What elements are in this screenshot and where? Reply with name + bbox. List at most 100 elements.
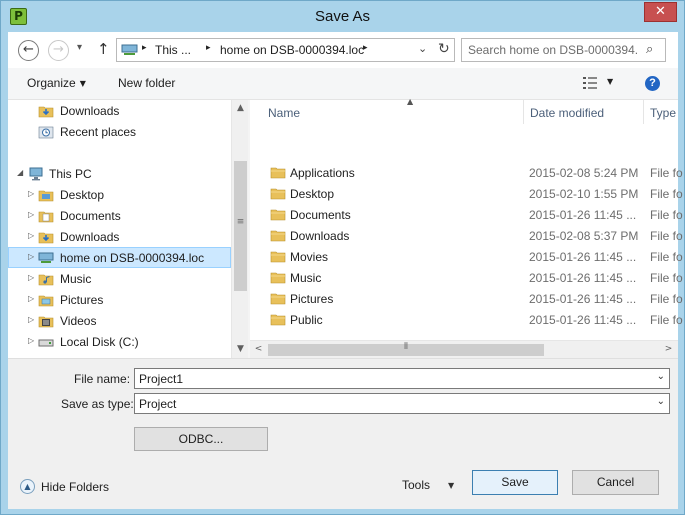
list-item[interactable]: Pictures 2015-01-26 11:45 ... File fo: [250, 288, 683, 309]
recent-locations-dropdown[interactable]: ▾: [77, 42, 82, 53]
list-item[interactable]: Desktop 2015-02-10 1:55 PM File fo: [250, 183, 683, 204]
list-item[interactable]: Documents 2015-01-26 11:45 ... File fo: [250, 204, 683, 225]
column-header-type[interactable]: Type: [644, 100, 678, 124]
nav-item-recent-places[interactable]: Recent places: [8, 122, 231, 143]
nav-item-label: Downloads: [60, 104, 120, 118]
save-button[interactable]: Save: [472, 470, 558, 495]
expand-arrow-icon[interactable]: ▷: [28, 273, 34, 282]
expand-arrow-icon[interactable]: ▷: [28, 294, 34, 303]
dialog-body: ← → ▾ ↑ ▸ This ... ▸ home on DSB-0000394…: [8, 32, 683, 509]
expand-arrow-icon[interactable]: ▷: [28, 252, 34, 261]
nav-item-videos[interactable]: ▷ Videos: [8, 311, 231, 332]
nav-item-label: home on DSB-0000394.loc: [60, 251, 205, 265]
nav-item-local-disk[interactable]: ▷ Local Disk (C:): [8, 332, 231, 353]
sort-ascending-icon: ▲: [407, 97, 414, 106]
nav-item-music[interactable]: ▷ Music: [8, 269, 231, 290]
nav-item-label: This PC: [49, 167, 92, 181]
expand-arrow-icon[interactable]: ▷: [28, 315, 34, 324]
folder-icon: [38, 211, 54, 223]
column-header-date-modified[interactable]: Date modified: [524, 100, 644, 124]
expand-arrow-icon[interactable]: ▷: [28, 231, 34, 240]
file-name: Applications: [290, 166, 355, 180]
collapse-arrow-icon[interactable]: ◢: [17, 168, 23, 177]
folder-icon: [270, 230, 286, 242]
list-item[interactable]: Downloads 2015-02-08 5:37 PM File fo: [250, 225, 683, 246]
nav-item-label: Videos: [60, 314, 97, 328]
organize-label: Organize: [27, 76, 76, 90]
list-item[interactable]: Music 2015-01-26 11:45 ... File fo: [250, 267, 683, 288]
downloads-icon: [38, 232, 54, 244]
organize-button[interactable]: Organize ▼: [27, 76, 86, 90]
file-date-modified: 2015-02-10 1:55 PM: [529, 187, 639, 201]
address-bar[interactable]: ▸ This ... ▸ home on DSB-0000394.loc ▸ ⌄…: [116, 38, 455, 62]
nav-item-pictures[interactable]: ▷ Pictures: [8, 290, 231, 311]
scroll-thumb[interactable]: ⦀: [268, 342, 544, 356]
back-button[interactable]: ←: [18, 40, 39, 61]
nav-item-documents[interactable]: ▷ Documents: [8, 206, 231, 227]
list-item[interactable]: Movies 2015-01-26 11:45 ... File fo: [250, 246, 683, 267]
forward-button[interactable]: →: [48, 40, 69, 61]
save-as-dialog: P Save As ✕ ← → ▾ ↑ ▸ This ... ▸ home on…: [0, 0, 685, 515]
save-as-type-select[interactable]: Project ⌄: [134, 393, 670, 414]
file-name-field[interactable]: Project1 ⌄: [134, 368, 670, 389]
expand-arrow-icon[interactable]: ▷: [28, 189, 34, 198]
scroll-right-icon[interactable]: >: [660, 341, 677, 358]
breadcrumb-separator[interactable]: ▸: [363, 43, 368, 53]
list-item[interactable]: Applications 2015-02-08 5:24 PM File fo: [250, 162, 683, 183]
search-input[interactable]: [468, 42, 638, 58]
search-box[interactable]: ⌕: [461, 38, 666, 62]
scroll-down-icon[interactable]: ▼: [232, 341, 249, 358]
up-button[interactable]: ↑: [97, 40, 110, 58]
nav-item-desktop[interactable]: ▷ Desktop: [8, 185, 231, 206]
close-button[interactable]: ✕: [644, 2, 677, 22]
file-date-modified: 2015-02-08 5:37 PM: [529, 229, 639, 243]
new-folder-button[interactable]: New folder: [118, 76, 175, 90]
scroll-thumb[interactable]: ≡: [234, 161, 247, 291]
refresh-icon[interactable]: ↻: [438, 41, 450, 57]
save-as-type-label: Save as type:: [61, 397, 134, 411]
view-options-dropdown[interactable]: ▼: [607, 77, 613, 86]
column-header-label: Type: [650, 106, 677, 120]
title-bar[interactable]: P Save As ✕: [1, 1, 684, 32]
cancel-button[interactable]: Cancel: [572, 470, 659, 495]
nav-item-label: Local Disk (C:): [60, 335, 139, 349]
file-date-modified: 2015-01-26 11:45 ...: [529, 271, 637, 285]
folder-icon: [270, 188, 286, 200]
help-icon[interactable]: ?: [645, 76, 660, 91]
file-list-horizontal-scrollbar[interactable]: < ⦀ >: [250, 340, 678, 358]
change-view-icon[interactable]: [582, 76, 598, 90]
breadcrumb-home[interactable]: home on DSB-0000394.loc: [220, 43, 364, 57]
odbc-button[interactable]: ODBC...: [134, 427, 268, 451]
chevron-down-icon[interactable]: ⌄: [657, 371, 665, 382]
file-name: Documents: [290, 208, 351, 222]
search-icon[interactable]: ⌕: [646, 42, 653, 57]
expand-arrow-icon[interactable]: ▷: [28, 210, 34, 219]
breadcrumb-separator[interactable]: ▸: [142, 43, 147, 53]
nav-item-this-pc[interactable]: ◢ This PC: [8, 164, 231, 185]
column-header-label: Name: [268, 106, 301, 120]
column-header-name[interactable]: ▲ Name: [262, 97, 524, 124]
folder-icon: [270, 272, 286, 284]
file-type: File fo: [650, 292, 683, 306]
navigation-pane: Downloads Recent places ◢ This PC ▷ Desk…: [8, 100, 248, 358]
file-name: Movies: [290, 250, 329, 264]
nav-item-downloads-quick[interactable]: Downloads: [8, 101, 231, 122]
navigation-scrollbar[interactable]: ▲ ≡ ▼: [231, 100, 248, 358]
file-type: File fo: [650, 208, 683, 222]
chevron-down-icon[interactable]: ⌄: [657, 396, 665, 407]
file-list: ▲ Name Date modified Type Applications 2…: [250, 97, 683, 358]
network-drive-icon: [38, 252, 54, 263]
expand-arrow-icon[interactable]: ▷: [28, 336, 34, 345]
nav-item-downloads[interactable]: ▷ Downloads: [8, 227, 231, 248]
scroll-up-icon[interactable]: ▲: [232, 100, 249, 117]
breadcrumb-this-pc[interactable]: This ...: [155, 43, 191, 57]
list-item[interactable]: Public 2015-01-26 11:45 ... File fo: [250, 309, 683, 330]
folder-icon: [270, 251, 286, 263]
scroll-left-icon[interactable]: <: [250, 341, 267, 358]
tools-button[interactable]: Tools ▼: [402, 478, 454, 492]
address-dropdown-icon[interactable]: ⌄: [418, 42, 427, 55]
breadcrumb-separator[interactable]: ▸: [206, 43, 211, 53]
column-header-label: Date modified: [530, 106, 605, 120]
nav-item-home-network[interactable]: ▷ home on DSB-0000394.loc: [8, 247, 231, 268]
file-name: Desktop: [290, 187, 335, 201]
